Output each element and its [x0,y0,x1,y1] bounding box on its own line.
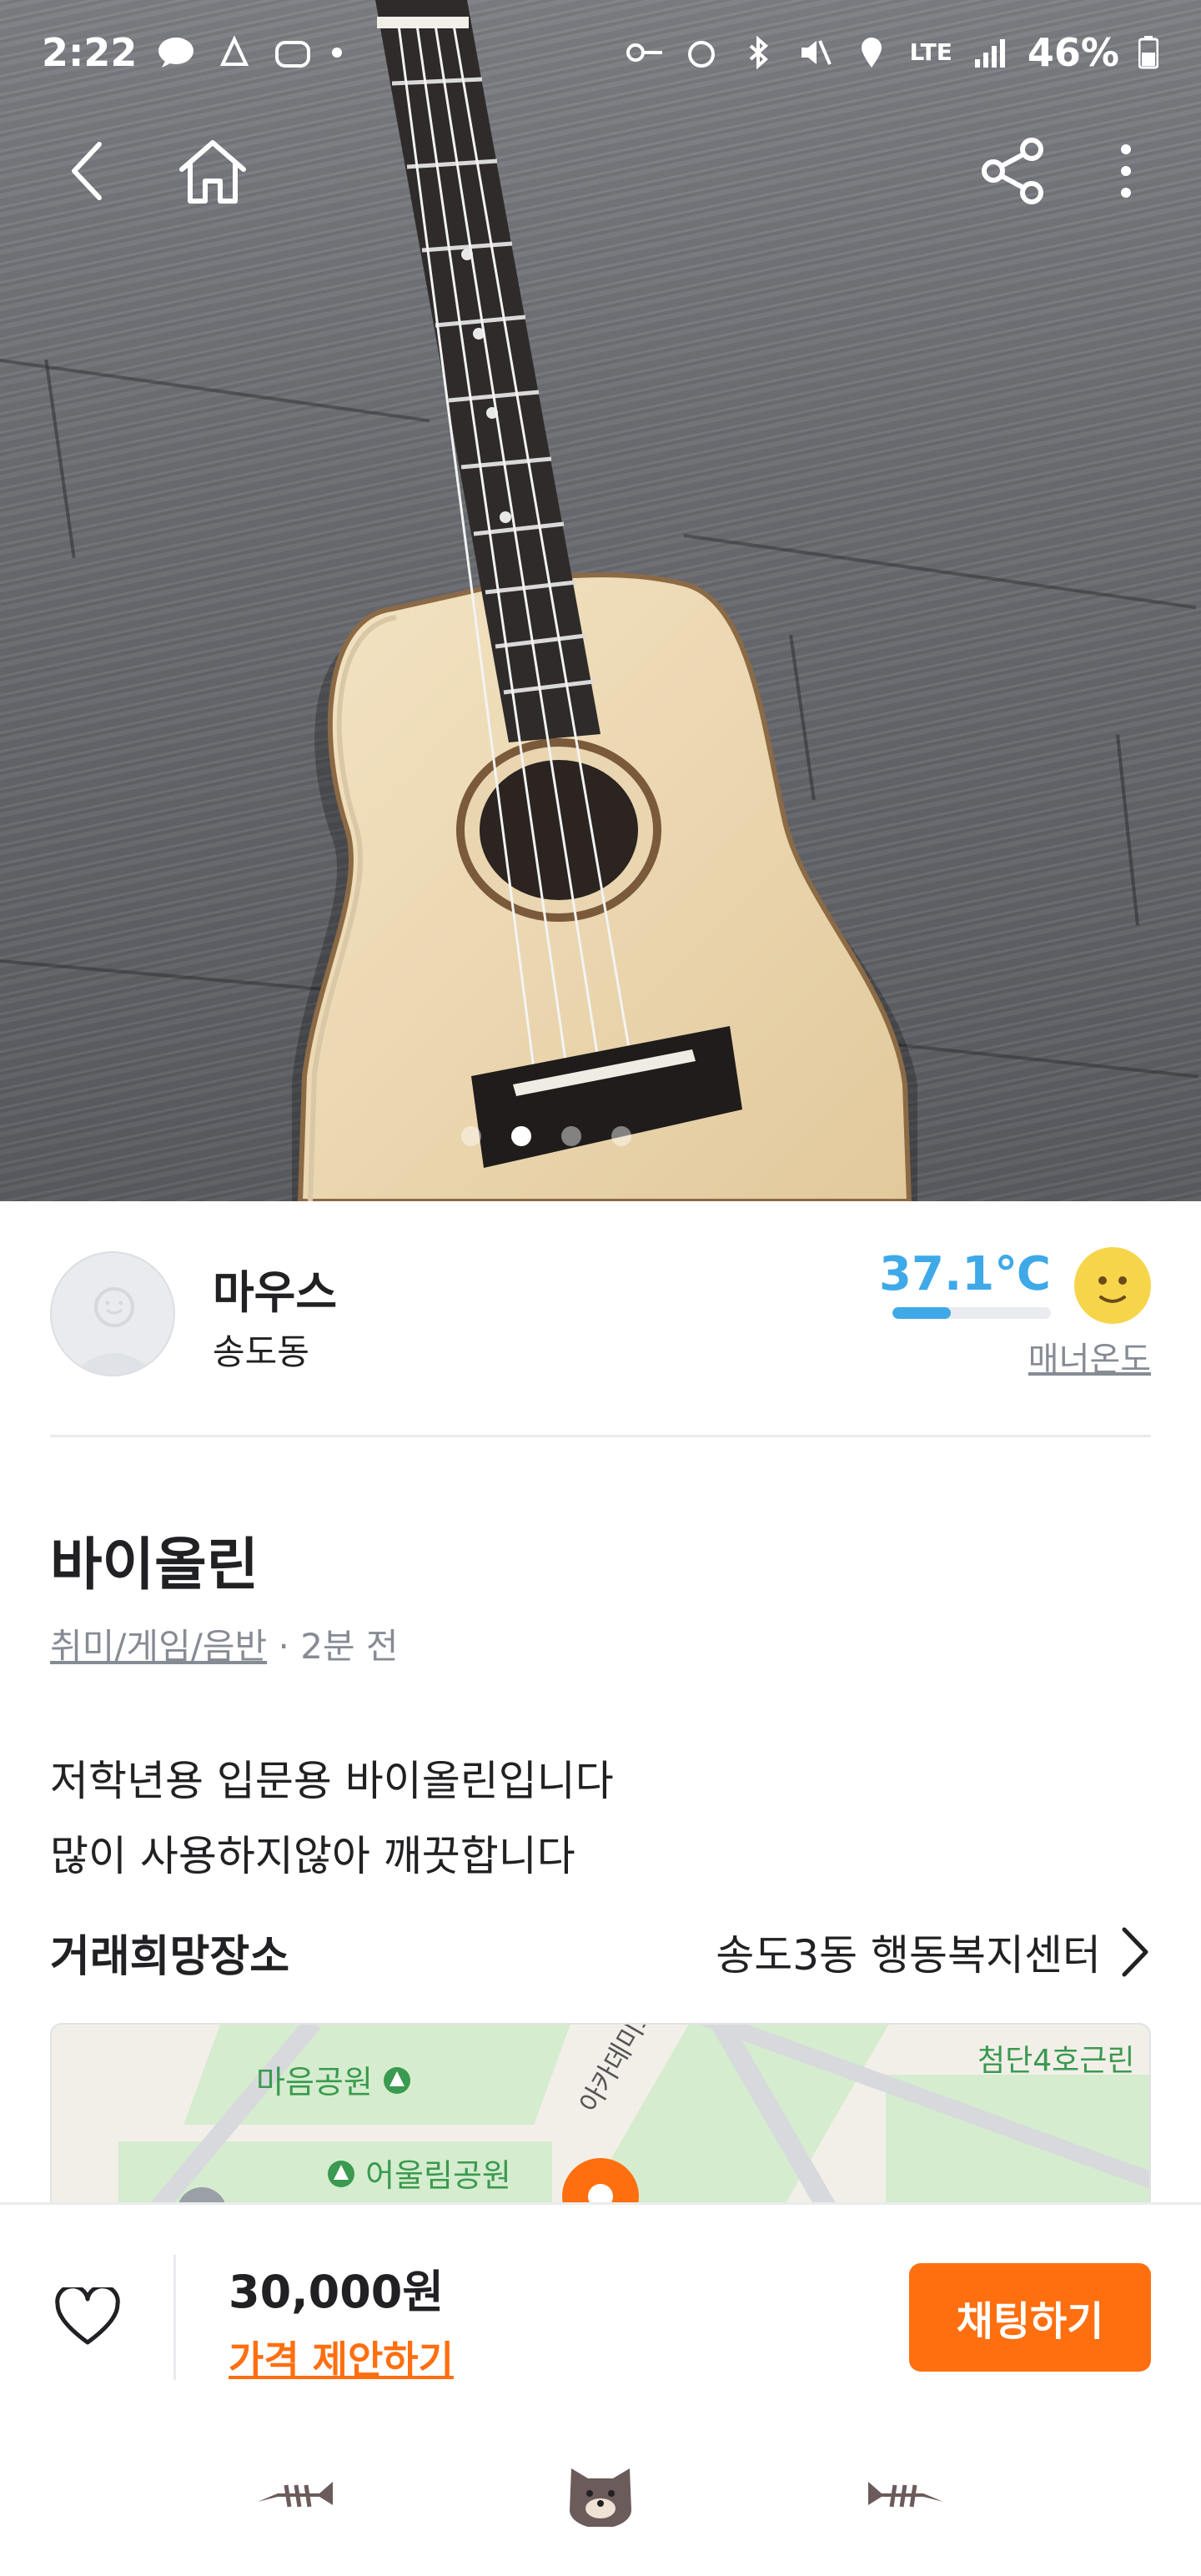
home-icon [179,140,246,204]
alarm-icon [682,33,721,72]
network-type: LTE [909,38,952,66]
price: 30,000원 [229,2266,445,2318]
description-line: 저학년용 입문용 바이올린입니다 [50,1757,614,1805]
more-vertical-icon [1121,144,1131,198]
map-label-park: 마음공원 [256,2056,411,2103]
bluetooth-icon [739,33,777,72]
like-button[interactable] [50,2284,125,2351]
signal-icon [971,33,1009,72]
cat-app-icon [274,33,312,72]
description-line: 많이 사용하지않아 깨끗합니다 [50,1832,575,1880]
pagination-dot[interactable] [511,1126,531,1146]
more-notifications-dot [332,47,343,58]
image-pagination [0,1126,1201,1146]
product-meta: 취미/게임/음반 · 2분 전 [50,1618,399,1669]
product-title: 바이올린 [50,1532,259,1598]
dock-item-left[interactable] [249,2448,340,2539]
avatar [50,1251,175,1376]
seller-profile[interactable]: 마우스 송도동 37.1℃ 매너온도 [50,1247,1151,1389]
location-icon [852,33,891,72]
temperature-bar [892,1307,1051,1319]
trade-place-map[interactable]: 마음공원 어울림공원 아카데미로84번길 첨단4호근린 [50,2023,1151,2206]
time-ago: · 2분 전 [278,1626,399,1667]
heart-icon [55,2287,120,2345]
more-options-button[interactable] [1093,125,1159,217]
battery-percent: 46% [1027,29,1119,75]
temperature-fill [892,1307,952,1319]
smile-face-icon [1074,1247,1151,1324]
status-time: 2:22 [42,29,138,75]
status-bar: 2:22 LTE 46% [0,0,1201,104]
map-label-park: 어울림공원 [327,2150,511,2196]
map-label-street: 첨단4호근린 [977,2044,1135,2078]
bottom-dock [0,2411,1201,2576]
tree-icon [328,2160,354,2187]
battery-icon [1138,33,1159,72]
app-notification-icon [215,33,254,72]
chat-button[interactable]: 채팅하기 [909,2263,1151,2372]
divider [50,1435,1151,1437]
share-button[interactable] [967,125,1059,217]
chevron-right-icon [1101,1923,1151,1981]
pagination-dot[interactable] [611,1126,631,1146]
purchase-bar: 30,000원 가격 제안하기 채팅하기 [0,2202,1201,2411]
mute-icon [796,33,834,72]
default-avatar-icon [71,1287,158,1375]
talk-icon [157,33,195,72]
fishbone-icon [867,2482,943,2508]
trade-place-label: 거래희망장소 [50,1931,290,1982]
pagination-dot[interactable] [561,1126,581,1146]
dock-item-center[interactable] [555,2448,646,2539]
trade-place-value: 송도3동 행동복지센터 [716,1931,1101,1980]
manner-label[interactable]: 매너온도 [1028,1332,1151,1381]
back-arrow-icon [72,142,102,200]
product-description: 저학년용 입문용 바이올린입니다 많이 사용하지않아 깨끗합니다 [50,1743,614,1894]
dock-item-right[interactable] [861,2448,952,2539]
home-button[interactable] [167,125,259,217]
seller-name: 마우스 [213,1266,338,1319]
tree-icon [383,2066,410,2094]
seller-location: 송도동 [213,1331,309,1372]
category-link[interactable]: 취미/게임/음반 [50,1626,267,1667]
temperature-value: 37.1℃ [879,1247,1051,1301]
back-button[interactable] [42,125,133,217]
price-offer-link[interactable]: 가격 제안하기 [229,2330,454,2385]
manner-temperature[interactable]: 37.1℃ 매너온도 [879,1247,1151,1389]
trade-place-row[interactable]: 거래희망장소 송도3동 행동복지센터 [50,1919,1151,1985]
share-icon [982,138,1043,204]
divider [173,2255,176,2380]
fishbone-icon [258,2482,334,2508]
key-icon [626,33,664,72]
pagination-dot[interactable] [461,1126,481,1146]
cat-face-icon [569,2468,631,2527]
